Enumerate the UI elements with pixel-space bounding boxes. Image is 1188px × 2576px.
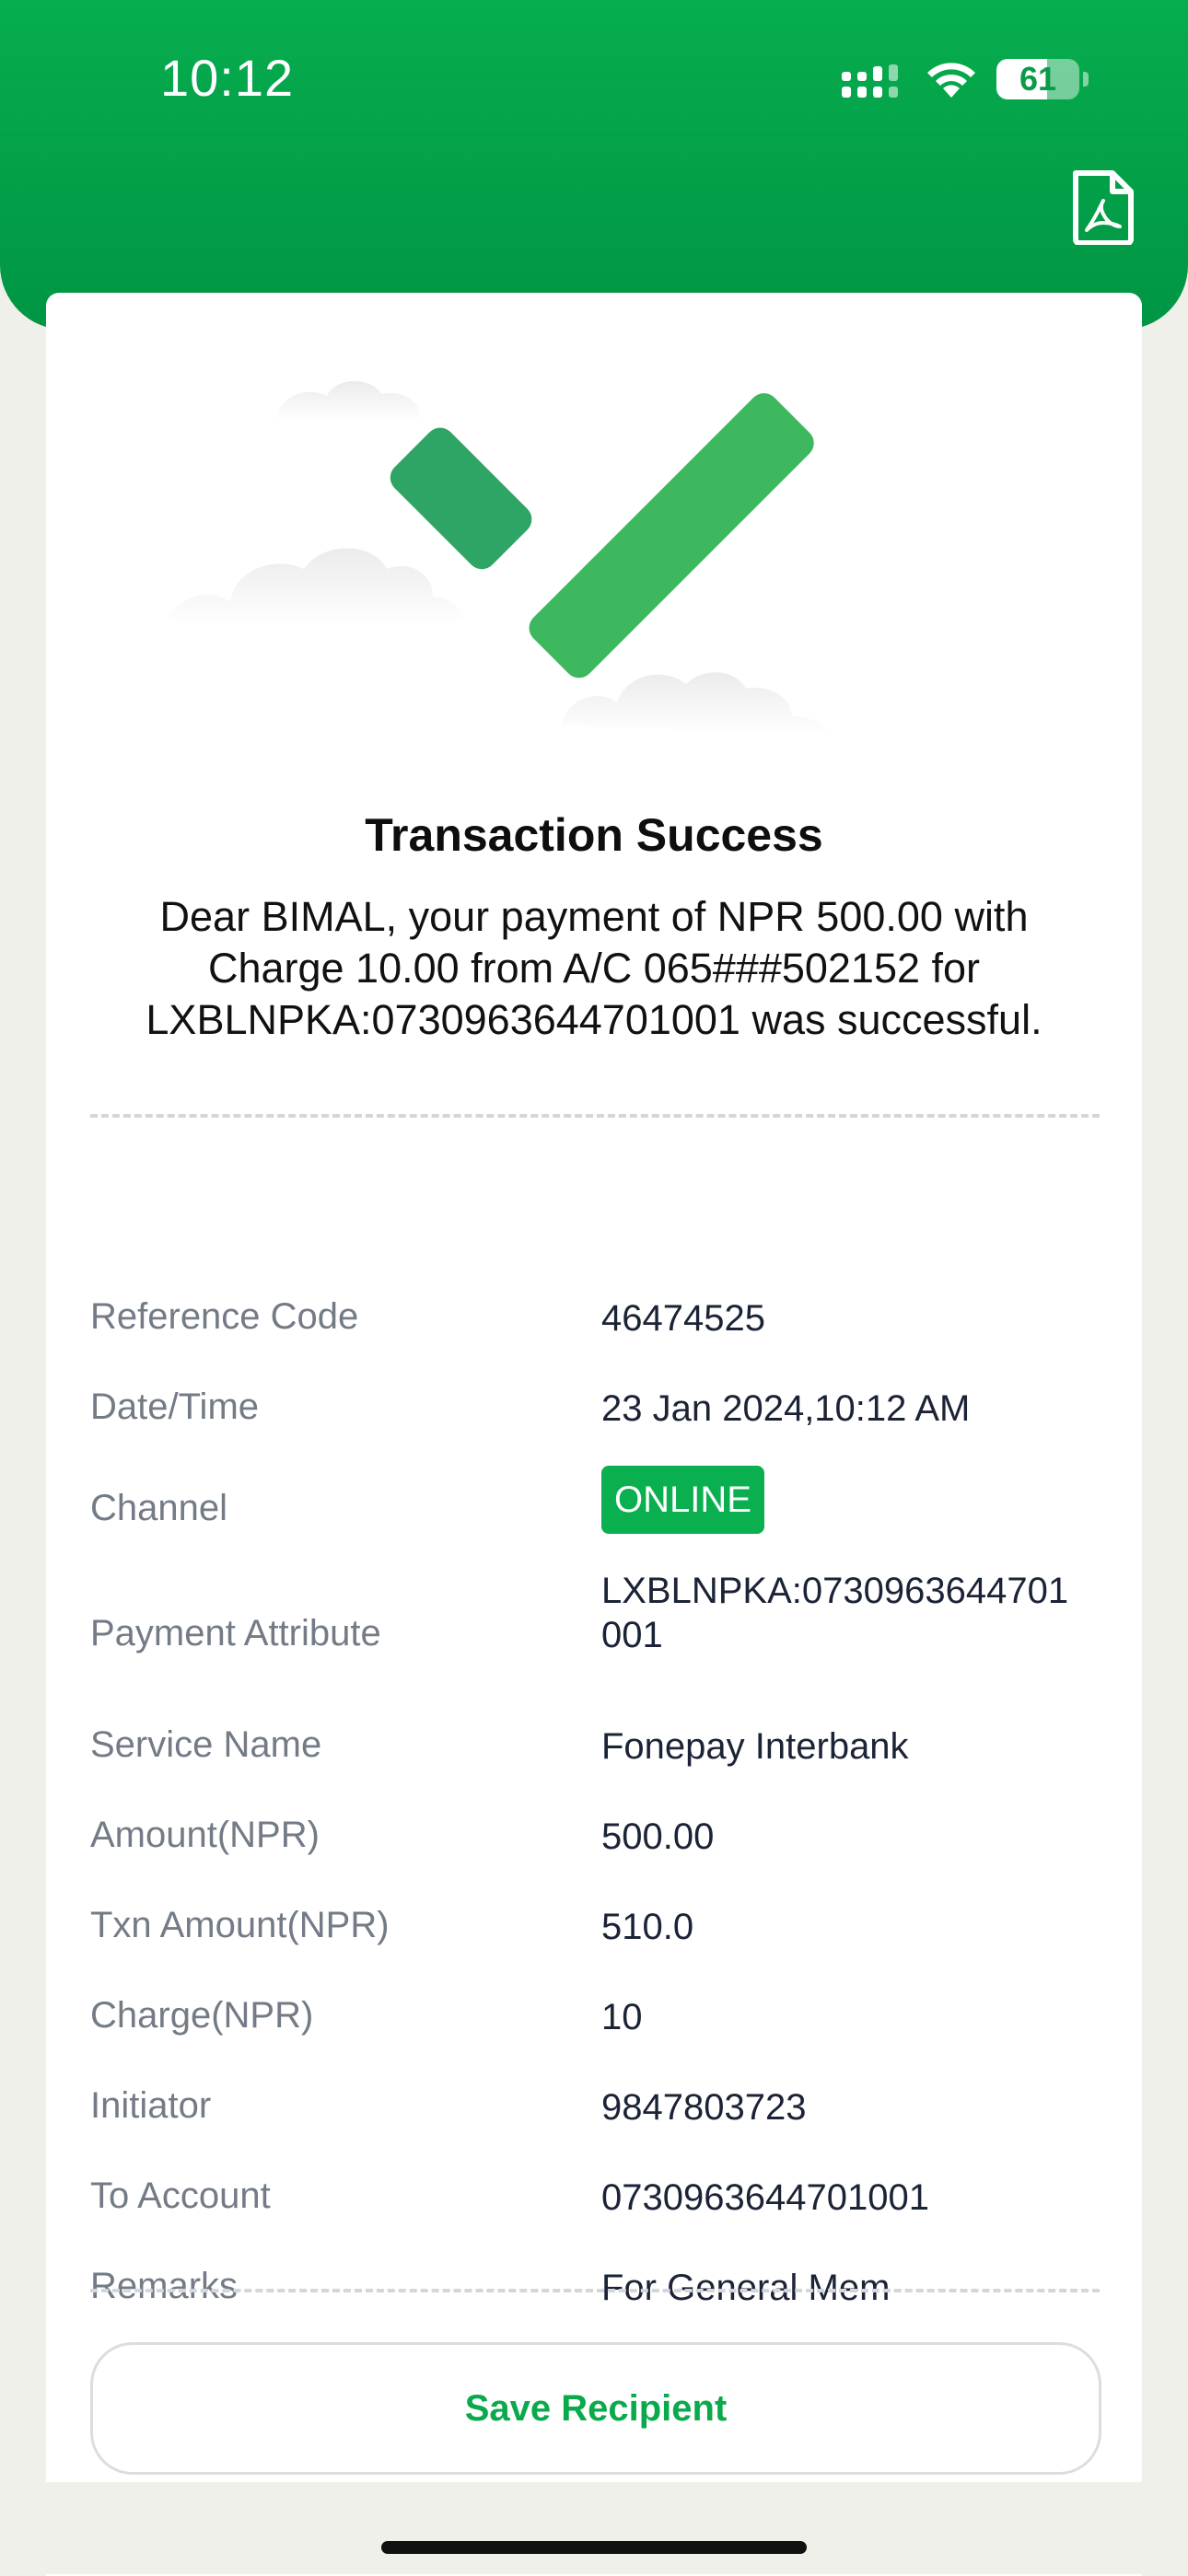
receipt-card: Transaction Success Dear BIMAL, your pay… xyxy=(46,293,1142,2576)
detail-label: Channel xyxy=(90,1488,228,1528)
status-time: 10:12 xyxy=(160,49,295,107)
bottom-bar xyxy=(0,2482,1188,2574)
pdf-file-icon[interactable] xyxy=(1070,169,1136,245)
detail-label: Charge(NPR) xyxy=(90,1995,314,2036)
wifi-icon xyxy=(927,63,975,98)
battery-indicator: 61 xyxy=(996,59,1079,99)
detail-label: Date/Time xyxy=(90,1387,260,1427)
detail-label: Reference Code xyxy=(90,1296,359,1337)
detail-label: Service Name xyxy=(90,1724,322,1765)
save-recipient-button[interactable]: Save Recipient xyxy=(90,2342,1101,2475)
transaction-message: Dear BIMAL, your payment of NPR 500.00 w… xyxy=(146,893,1042,1043)
detail-value: Fonepay Interbank xyxy=(601,1726,909,1767)
cellular-signal-icon xyxy=(842,64,898,98)
detail-value: 9847803723 xyxy=(601,2087,807,2128)
detail-value: 510.0 xyxy=(601,1907,694,1947)
detail-value: For General Mem xyxy=(601,2268,891,2308)
detail-label: Initiator xyxy=(90,2085,212,2126)
detail-value: 46474525 xyxy=(601,1298,765,1339)
divider-top xyxy=(90,1114,1100,1118)
divider-bottom xyxy=(90,2289,1100,2292)
detail-label: Amount(NPR) xyxy=(90,1815,320,1855)
transaction-status-title: Transaction Success xyxy=(365,809,823,861)
channel-badge: ONLINE xyxy=(601,1466,764,1534)
detail-value: 500.00 xyxy=(601,1816,715,1857)
detail-value: LXBLNPKA:0730963644701 001 xyxy=(601,1571,1069,1655)
detail-label: To Account xyxy=(90,2176,271,2216)
detail-value: 23 Jan 2024,10:12 AM xyxy=(601,1388,971,1429)
detail-label: Remarks xyxy=(90,2266,239,2306)
detail-value: 10 xyxy=(601,1997,643,2037)
home-indicator[interactable] xyxy=(381,2541,807,2554)
success-checkmark-icon xyxy=(166,380,829,735)
battery-cap xyxy=(1083,72,1089,87)
app-header: 10:12 61 xyxy=(0,0,1188,330)
detail-label: Txn Amount(NPR) xyxy=(90,1905,390,1945)
detail-value: 0730963644701001 xyxy=(601,2177,929,2218)
detail-label: Payment Attribute xyxy=(90,1613,381,1654)
battery-percent: 61 xyxy=(1019,60,1057,98)
